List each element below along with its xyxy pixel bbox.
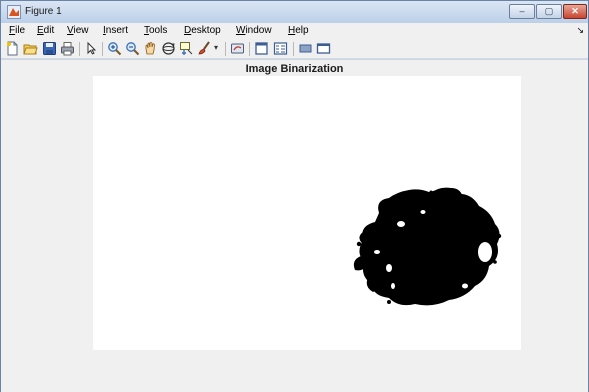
figure-window: Figure 1 – ▢ ✕ File Edit View Insert Too… xyxy=(0,0,589,392)
data-cursor-icon[interactable] xyxy=(179,41,194,56)
close-icon: ✕ xyxy=(571,6,579,16)
legend-icon[interactable] xyxy=(273,41,288,56)
blob-speck xyxy=(493,260,497,264)
blob-hole xyxy=(397,221,405,227)
plot-title: Image Binarization xyxy=(245,63,344,75)
blob-hole xyxy=(462,283,468,289)
menu-bar: File Edit View Insert Tools Desktop Wind… xyxy=(1,23,588,39)
brush-dropdown-icon[interactable]: ▾ xyxy=(214,43,222,58)
close-button[interactable]: ✕ xyxy=(563,4,587,19)
zoom-out-icon[interactable] xyxy=(125,41,140,56)
blob-speck xyxy=(496,233,502,239)
menu-view[interactable]: View xyxy=(67,25,89,36)
blob-speck xyxy=(381,206,385,210)
show-plot-tools-icon[interactable] xyxy=(316,41,331,56)
blob-speck xyxy=(388,211,394,217)
toolbar-separator xyxy=(79,42,80,56)
toolbar-separator xyxy=(102,42,103,56)
toolbar-separator xyxy=(293,42,294,56)
brush-icon[interactable] xyxy=(197,41,212,56)
open-file-icon[interactable] xyxy=(23,41,38,56)
menu-insert[interactable]: Insert xyxy=(103,25,128,36)
menu-tools[interactable]: Tools xyxy=(144,25,167,36)
title-bar[interactable]: Figure 1 – ▢ ✕ xyxy=(1,1,588,23)
binarized-image xyxy=(353,187,502,306)
zoom-in-icon[interactable] xyxy=(107,41,122,56)
blob-speck xyxy=(429,190,433,194)
blob-hole xyxy=(374,250,380,254)
blob-speck xyxy=(403,196,407,200)
window-title: Figure 1 xyxy=(25,6,62,17)
pointer-icon[interactable] xyxy=(84,41,99,56)
menu-edit[interactable]: Edit xyxy=(37,25,54,36)
save-icon[interactable] xyxy=(42,41,57,56)
menu-desktop[interactable]: Desktop xyxy=(184,25,221,36)
blob-hole xyxy=(420,210,426,214)
minimize-icon: – xyxy=(519,6,525,16)
menu-overflow-arrow-icon[interactable]: ↘ xyxy=(576,25,584,36)
new-figure-icon[interactable] xyxy=(5,41,20,56)
maximize-button[interactable]: ▢ xyxy=(536,4,562,19)
maximize-icon: ▢ xyxy=(544,6,554,16)
rotate-3d-icon[interactable] xyxy=(161,41,176,56)
colorbar-icon[interactable] xyxy=(254,41,269,56)
figure-toolbar: ▾ xyxy=(1,39,588,59)
blob-main-region xyxy=(359,189,500,306)
blob-hole xyxy=(478,242,492,262)
hide-plot-tools-icon[interactable] xyxy=(298,41,313,56)
menu-window[interactable]: Window xyxy=(236,25,272,36)
blob-hole xyxy=(391,283,395,289)
menu-file[interactable]: File xyxy=(9,25,25,36)
blob-speck xyxy=(356,241,362,247)
blob-speck xyxy=(367,232,371,236)
minimize-button[interactable]: – xyxy=(509,4,535,19)
toolbar-separator xyxy=(249,42,250,56)
menu-help[interactable]: Help xyxy=(288,25,309,36)
blob-hole xyxy=(386,264,392,272)
link-plot-icon[interactable] xyxy=(230,41,245,56)
pan-icon[interactable] xyxy=(143,41,158,56)
blob-speck xyxy=(387,300,391,304)
matlab-icon xyxy=(7,5,21,19)
image-axes[interactable] xyxy=(93,76,521,350)
toolbar-separator xyxy=(225,42,226,56)
print-icon[interactable] xyxy=(60,41,75,56)
